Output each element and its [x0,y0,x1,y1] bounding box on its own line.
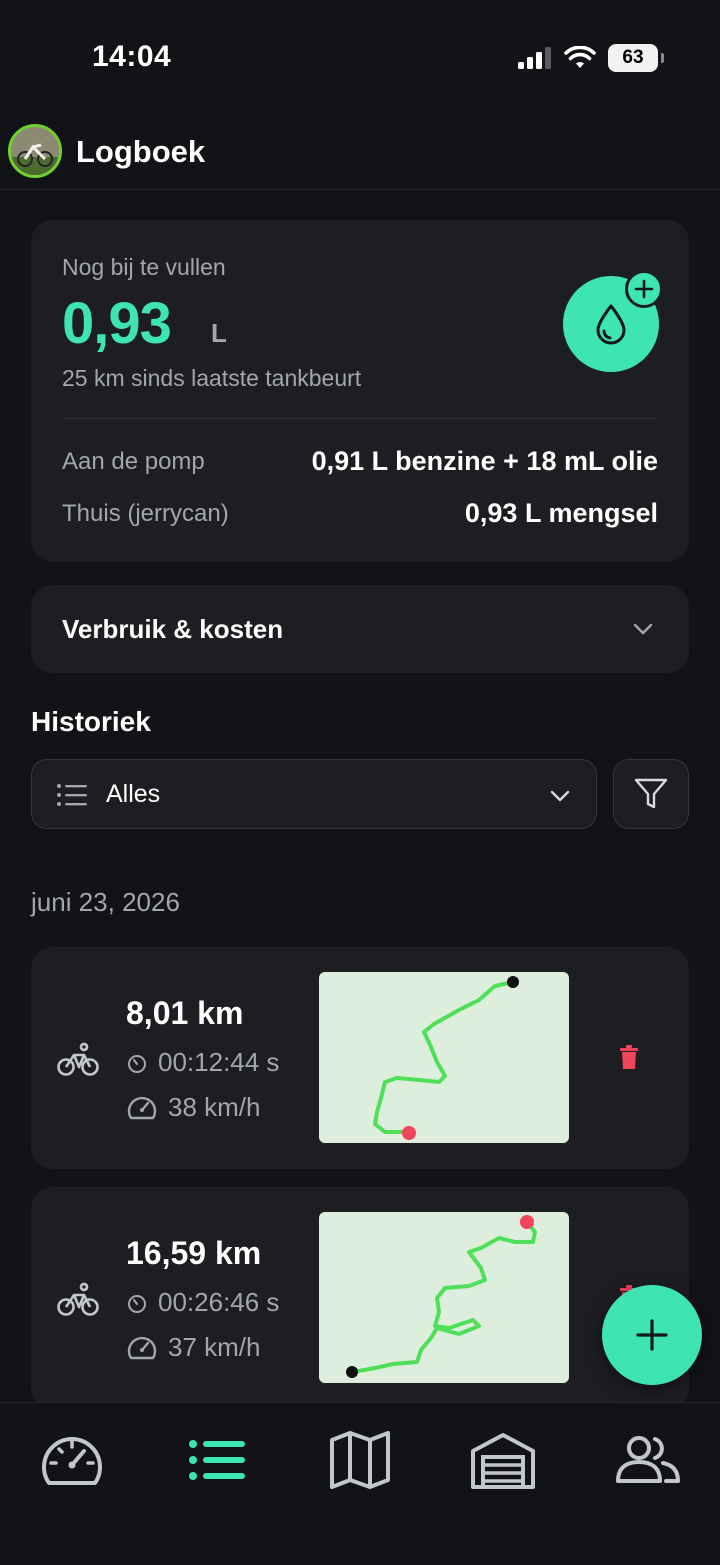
consumption-accordion[interactable]: Verbruik & kosten [31,585,689,673]
trash-icon[interactable] [619,1045,639,1069]
list-icon [189,1440,245,1480]
status-icons: 63 [518,44,664,72]
trip-duration: 00:26:46 s [158,1287,280,1317]
tab-dashboard[interactable] [32,1425,112,1495]
plus-badge-icon[interactable] [625,270,663,308]
plus-icon [634,279,654,299]
status-time: 14:04 [92,40,172,73]
users-icon [616,1436,680,1483]
route-line [373,980,515,1135]
page-title: Logboek [76,134,206,169]
speedometer-icon [42,1437,102,1485]
trip-speed: 37 km/h [168,1332,261,1362]
list-icon [57,784,87,806]
filter-value: Alles [106,780,161,808]
funnel-icon [634,778,668,809]
chevron-down-icon [550,790,570,802]
route-end-point [402,1126,416,1140]
filter-button[interactable] [613,759,689,829]
route-map [319,972,569,1143]
route-map-svg [346,1215,537,1378]
route-start-point [520,1215,534,1229]
trip-speed-row: 38 km/h [126,1092,261,1123]
tab-users[interactable] [608,1425,688,1495]
trip-card[interactable]: 16,59 km 00:26:46 s 37 km/h [31,1187,689,1409]
trip-speed: 38 km/h [168,1092,261,1122]
status-bar: 14:04 63 [0,0,720,110]
tab-logbook[interactable] [177,1425,257,1495]
route-map [319,1212,569,1383]
fuel-unit: L [211,318,227,348]
fuel-subtitle: 25 km sinds laatste tankbeurt [62,365,362,391]
history-title: Historiek [31,706,151,737]
tab-garage[interactable] [463,1425,543,1495]
trip-duration-row: 00:26:46 s [126,1287,279,1318]
trip-distance: 8,01 km [126,995,244,1031]
speedometer-icon [127,1096,157,1119]
history-filter-select[interactable]: Alles [31,759,597,829]
tab-bar [0,1402,720,1565]
timer-icon [128,1054,146,1073]
plus-icon [636,1319,668,1351]
trip-distance: 16,59 km [126,1235,262,1271]
avatar[interactable] [8,124,62,178]
route-start-point [507,976,519,988]
fuel-value: 0,93 [62,291,172,356]
route-map-svg [373,976,519,1140]
bike-photo-avatar [11,127,59,175]
tab-map[interactable] [320,1425,400,1495]
add-trip-button[interactable] [602,1285,702,1385]
trip-speed-row: 37 km/h [126,1332,261,1363]
speedometer-icon [127,1336,157,1359]
pump-label: Aan de pomp [62,448,205,475]
route-end-point [346,1366,358,1378]
home-label: Thuis (jerrycan) [62,500,229,527]
trip-duration: 00:12:44 s [158,1047,280,1077]
garage-icon [471,1433,535,1489]
fuel-card: Nog bij te vullen 0,93 L 25 km sinds laa… [31,220,689,562]
chevron-down-icon [633,623,653,635]
route-line [351,1220,537,1374]
fuel-caption: Nog bij te vullen [62,254,226,280]
map-icon [330,1431,390,1489]
divider [62,418,658,419]
pump-value: 0,91 L benzine + 18 mL olie [311,446,658,476]
timer-icon [128,1294,146,1313]
signal-icon [518,47,551,69]
battery-indicator: 63 [608,44,664,72]
app-header: Logboek [0,110,720,190]
droplet-icon [596,304,626,345]
bicycle-icon [57,1042,99,1076]
trip-duration-row: 00:12:44 s [126,1047,279,1078]
trip-card[interactable]: 8,01 km 00:12:44 s 38 km/h [31,947,689,1169]
home-value: 0,93 L mengsel [464,498,658,528]
consumption-label: Verbruik & kosten [62,614,284,644]
wifi-icon [564,46,596,68]
bicycle-icon [57,1282,99,1316]
date-group-label: juni 23, 2026 [31,887,180,917]
